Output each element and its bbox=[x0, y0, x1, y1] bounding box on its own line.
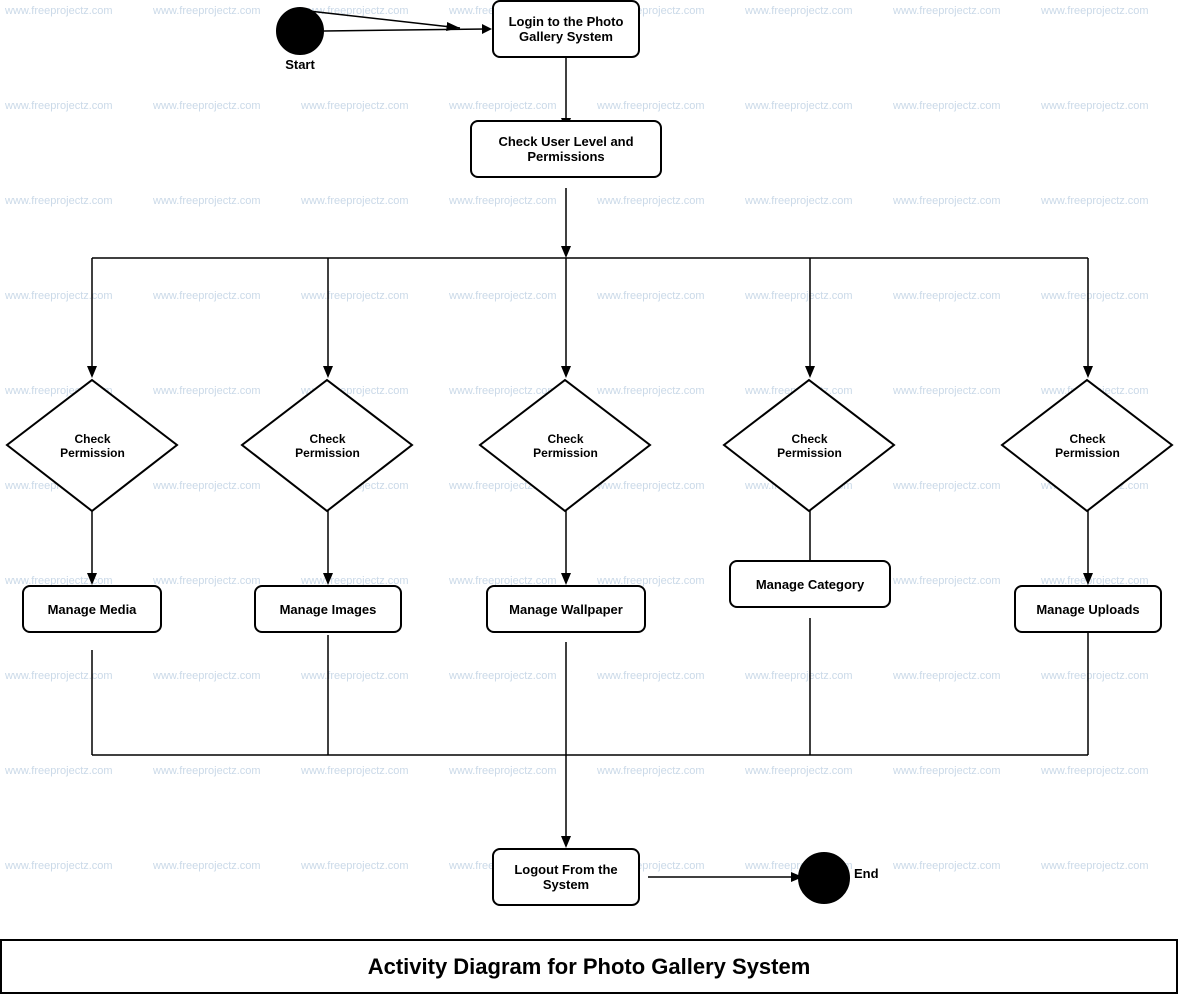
logout-box: Logout From the System bbox=[492, 848, 640, 906]
manage-images-box: Manage Images bbox=[254, 585, 402, 633]
check-user-box: Check User Level and Permissions bbox=[470, 120, 662, 178]
login-text: Login to the Photo Gallery System bbox=[509, 14, 624, 44]
start-label: Start bbox=[276, 57, 324, 72]
end-label: End bbox=[854, 866, 879, 881]
diamond-4: Check Permission bbox=[722, 378, 897, 513]
diamond-2: Check Permission bbox=[240, 378, 415, 513]
bottom-title: Activity Diagram for Photo Gallery Syste… bbox=[0, 939, 1178, 994]
diamond-3: Check Permission bbox=[478, 378, 653, 513]
start-circle bbox=[276, 7, 324, 55]
manage-category-box: Manage Category bbox=[729, 560, 891, 608]
login-box: Login to the Photo Gallery System bbox=[492, 0, 640, 58]
end-circle bbox=[798, 852, 850, 904]
manage-media-box: Manage Media bbox=[22, 585, 162, 633]
manage-uploads-box: Manage Uploads bbox=[1014, 585, 1162, 633]
manage-wallpaper-box: Manage Wallpaper bbox=[486, 585, 646, 633]
title-text: Activity Diagram for Photo Gallery Syste… bbox=[368, 954, 811, 980]
diamond-5: Check Permission bbox=[1000, 378, 1175, 513]
diamond-1: Check Permission bbox=[5, 378, 180, 513]
check-user-text: Check User Level and Permissions bbox=[498, 134, 633, 164]
